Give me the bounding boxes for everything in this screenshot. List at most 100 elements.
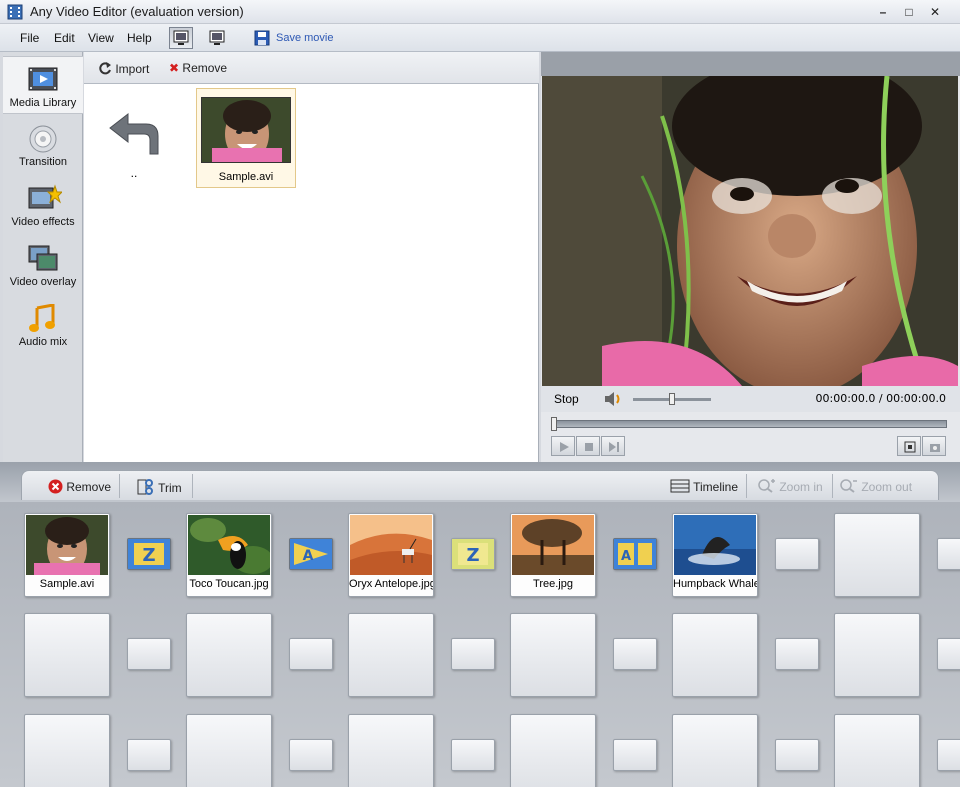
minimize-button[interactable]: – — [874, 4, 892, 20]
import-button[interactable]: Import — [98, 61, 149, 76]
clip-label: Sample.avi — [39, 578, 95, 590]
toolbar-divider — [746, 474, 747, 498]
storyboard-transition-slot[interactable] — [451, 739, 495, 771]
app-film-icon — [7, 4, 23, 20]
maximize-button[interactable]: □ — [900, 4, 918, 20]
preview-header — [541, 52, 960, 76]
timeline-view-button[interactable] — [205, 27, 229, 49]
storyboard-empty-slot[interactable] — [510, 613, 596, 697]
close-button[interactable]: ✕ — [926, 4, 944, 20]
storyboard-empty-slot[interactable] — [672, 613, 758, 697]
storyboard-clip[interactable]: Toco Toucan.jpg — [186, 513, 272, 597]
save-movie-label: Save movie — [276, 32, 334, 44]
stop-icon — [585, 443, 593, 451]
storyboard-transition-slot[interactable] — [775, 638, 819, 670]
video-preview — [542, 76, 958, 386]
storyboard-empty-slot[interactable] — [834, 714, 920, 787]
storyboard-transition-slot[interactable] — [775, 538, 819, 570]
clip-label: Toco Toucan.jpg — [189, 578, 269, 590]
video-effects-icon — [28, 184, 62, 209]
transition-icon — [29, 125, 57, 153]
storyboard-empty-slot[interactable] — [510, 714, 596, 787]
storyboard-transition-slot[interactable] — [289, 638, 333, 670]
storyboard-view-button[interactable] — [169, 27, 193, 49]
storyboard-transition-slot[interactable] — [289, 739, 333, 771]
sidebar-item-transition[interactable]: Transition — [3, 116, 83, 174]
clip-label: Tree.jpg — [533, 578, 573, 590]
transition-thumbnail: Z — [452, 539, 494, 569]
volume-slider[interactable] — [633, 393, 711, 405]
camera-icon — [930, 444, 940, 452]
music-note-icon — [29, 304, 55, 332]
seek-knob[interactable] — [551, 417, 557, 431]
floppy-disk-icon — [254, 30, 270, 46]
transition-thumbnail: A — [614, 539, 656, 569]
storyboard-clip[interactable]: Humpback Whale.jpg — [672, 513, 758, 597]
storyboard-transition-slot[interactable] — [127, 739, 171, 771]
storyboard-empty-slot[interactable] — [834, 513, 920, 597]
storyboard-transition[interactable]: A — [289, 538, 333, 570]
storyboard-remove-button[interactable]: Remove — [48, 479, 111, 494]
seek-bar[interactable] — [551, 417, 947, 431]
storyboard-empty-slot[interactable] — [348, 613, 434, 697]
storyboard-empty-slot[interactable] — [24, 613, 110, 697]
storyboard-transition-slot[interactable] — [613, 739, 657, 771]
stop-button[interactable] — [576, 436, 600, 456]
title-bar: Any Video Editor (evaluation version) – … — [0, 0, 960, 24]
remove-circle-icon — [48, 479, 63, 494]
snapshot-button[interactable] — [922, 436, 946, 456]
storyboard-transition-slot[interactable] — [937, 739, 960, 771]
menu-bar: File Edit View Help Save movie — [0, 24, 960, 52]
toolbar-divider — [192, 474, 193, 498]
storyboard-transition[interactable]: Z — [451, 538, 495, 570]
storyboard-clip[interactable]: Oryx Antelope.jpg — [348, 513, 434, 597]
speaker-icon[interactable] — [603, 391, 623, 407]
storyboard-empty-slot[interactable] — [672, 714, 758, 787]
storyboard-empty-slot[interactable] — [834, 613, 920, 697]
storyboard-transition-slot[interactable] — [775, 739, 819, 771]
storyboard-toolbar: Remove Trim Timeline Zoom in Zoom out — [0, 462, 960, 502]
menu-file[interactable]: File — [20, 31, 39, 45]
menu-help[interactable]: Help — [127, 31, 152, 45]
sidebar-item-video-effects[interactable]: Video effects — [3, 176, 83, 234]
storyboard-empty-slot[interactable] — [186, 613, 272, 697]
svg-text:Z: Z — [466, 545, 479, 566]
volume-slider-knob[interactable] — [669, 393, 675, 405]
media-item-sample[interactable]: Sample.avi — [196, 88, 296, 188]
fullscreen-icon — [904, 441, 916, 453]
next-frame-button[interactable] — [601, 436, 625, 456]
storyboard-transition-slot[interactable] — [451, 638, 495, 670]
storyboard-transition-slot[interactable] — [937, 538, 960, 570]
timeline-button[interactable]: Timeline — [670, 479, 738, 494]
fullscreen-button[interactable] — [897, 436, 921, 456]
storyboard-transition[interactable]: A — [613, 538, 657, 570]
sidebar-item-video-overlay[interactable]: Video overlay — [3, 236, 83, 294]
sidebar-item-audio-mix[interactable]: Audio mix — [3, 296, 83, 354]
clip-label: Humpback Whale.jpg — [673, 578, 757, 590]
monitor-icon — [173, 30, 189, 45]
storyboard-transition-slot[interactable] — [127, 638, 171, 670]
time-readout: 00:00:00.0 / 00:00:00.0 — [815, 392, 947, 405]
parent-folder-item[interactable]: .. — [104, 104, 164, 184]
zoom-in-button[interactable]: Zoom in — [758, 479, 823, 494]
storyboard-empty-slot[interactable] — [24, 714, 110, 787]
video-overlay-icon — [28, 245, 58, 271]
menu-edit[interactable]: Edit — [54, 31, 75, 45]
sidebar-item-media-library[interactable]: Media Library — [3, 56, 83, 114]
play-button[interactable] — [551, 436, 575, 456]
storyboard-transition[interactable]: Z — [127, 538, 171, 570]
storyboard-clip[interactable]: Sample.avi — [24, 513, 110, 597]
storyboard-empty-slot[interactable] — [186, 714, 272, 787]
clip-thumbnail — [512, 515, 594, 575]
sidebar-item-label: Video effects — [11, 216, 75, 228]
storyboard-empty-slot[interactable] — [348, 714, 434, 787]
menu-view[interactable]: View — [88, 31, 114, 45]
remove-label: Remove — [66, 480, 112, 494]
library-remove-button[interactable]: ✖ Remove — [169, 61, 227, 75]
storyboard-transition-slot[interactable] — [613, 638, 657, 670]
trim-button[interactable]: Trim — [137, 479, 182, 495]
zoom-out-button[interactable]: Zoom out — [840, 479, 912, 494]
storyboard-transition-slot[interactable] — [937, 638, 960, 670]
zoom-out-icon — [840, 479, 857, 493]
storyboard-clip[interactable]: Tree.jpg — [510, 513, 596, 597]
